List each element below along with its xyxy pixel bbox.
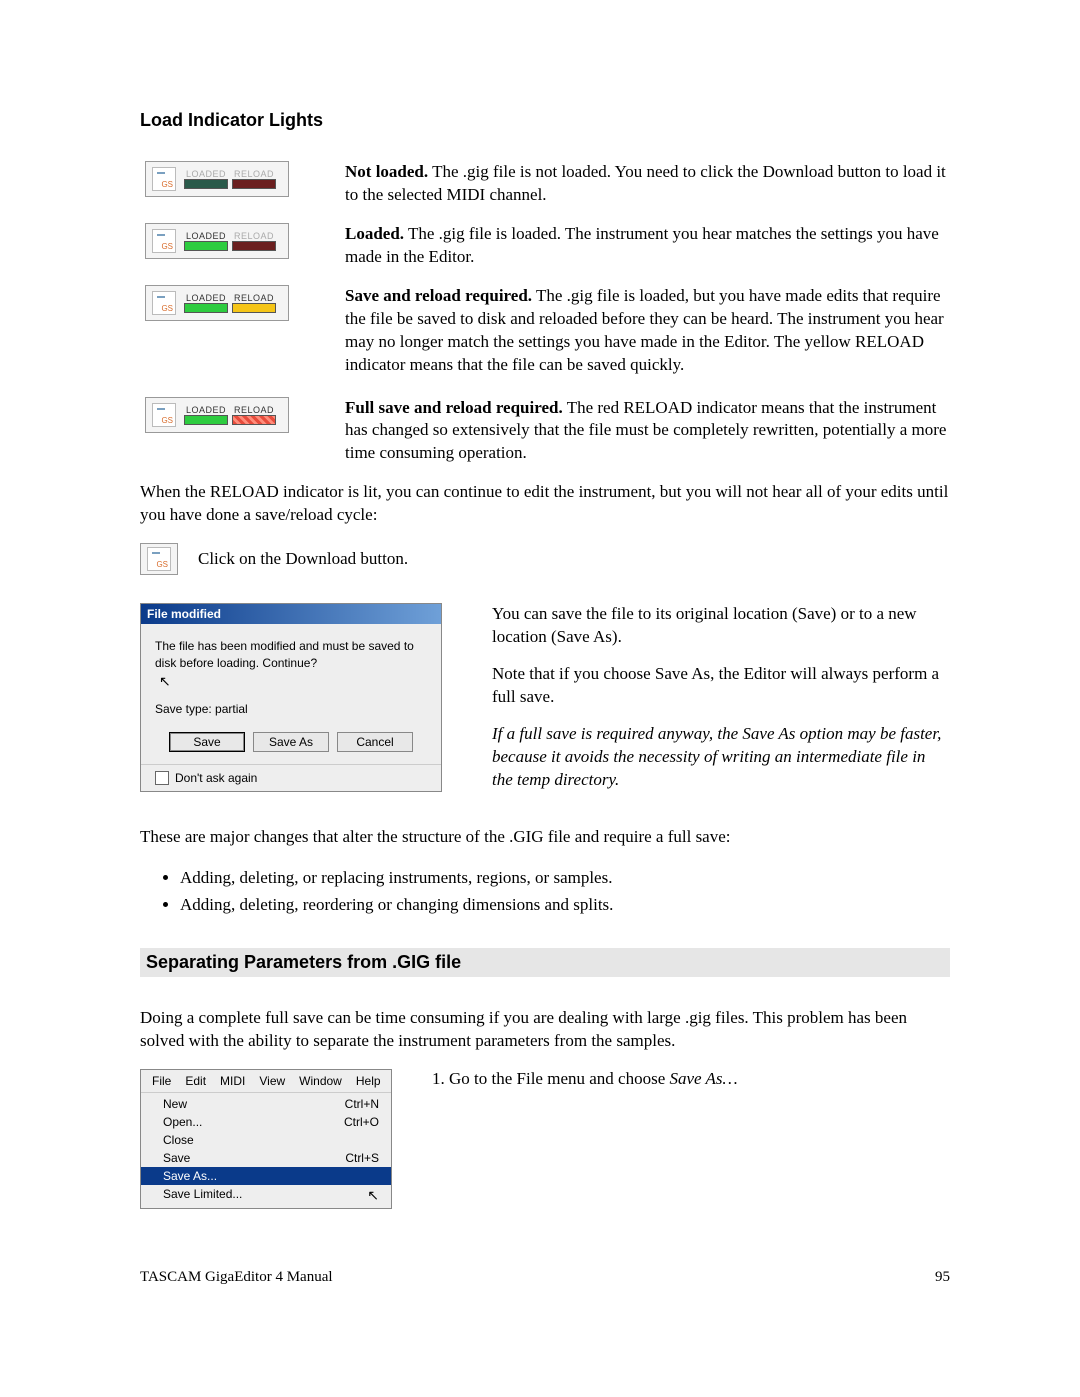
gs-icon: GS xyxy=(152,229,176,253)
paragraph-major-changes: These are major changes that alter the s… xyxy=(140,826,950,849)
menuitem-new[interactable]: NewCtrl+N xyxy=(141,1095,391,1113)
list-item: Adding, deleting, reordering or changing… xyxy=(180,892,950,918)
side-text-1: You can save the file to its original lo… xyxy=(492,603,950,649)
step-1-text: 1. Go to the File menu and choose Save A… xyxy=(432,1069,738,1089)
menubar: File Edit MIDI View Window Help xyxy=(141,1070,391,1093)
menuitem-save-limited[interactable]: Save Limited...↖ xyxy=(141,1185,391,1206)
paragraph-reload-note: When the RELOAD indicator is lit, you ca… xyxy=(140,481,950,527)
light-reload-red xyxy=(232,415,276,425)
dont-ask-label: Don't ask again xyxy=(175,771,257,785)
label-loaded: LOADED xyxy=(184,231,228,241)
download-button-icon: GS xyxy=(140,543,178,575)
label-reload: RELOAD xyxy=(232,405,276,415)
download-hint-row: GS Click on the Download button. xyxy=(140,543,950,575)
light-loaded-on xyxy=(184,415,228,425)
dialog-message: The file has been modified and must be s… xyxy=(155,638,427,672)
dialog-save-type: Save type: partial xyxy=(155,701,427,718)
indicator-row-full-save: GS LOADED RELOAD Full save and reload re… xyxy=(140,397,950,466)
menuitem-close[interactable]: Close xyxy=(141,1131,391,1149)
label-reload: RELOAD xyxy=(232,169,276,179)
menu-view[interactable]: View xyxy=(252,1072,292,1090)
indicator-box: GS LOADED RELOAD xyxy=(145,285,289,321)
footer-title: TASCAM GigaEditor 4 Manual xyxy=(140,1269,333,1286)
indicator-box: GS LOADED RELOAD xyxy=(145,397,289,433)
state-title: Loaded. xyxy=(345,224,404,243)
state-text: The .gig file is not loaded. You need to… xyxy=(345,162,946,204)
light-reload-yellow xyxy=(232,303,276,313)
page-number: 95 xyxy=(935,1269,950,1286)
light-reload-off xyxy=(232,241,276,251)
label-reload: RELOAD xyxy=(232,293,276,303)
dialog-title: File modified xyxy=(141,604,441,624)
file-menu-window: File Edit MIDI View Window Help NewCtrl+… xyxy=(140,1069,392,1209)
menu-edit[interactable]: Edit xyxy=(178,1072,213,1090)
menu-help[interactable]: Help xyxy=(349,1072,388,1090)
menuitem-save-as[interactable]: Save As... xyxy=(141,1167,391,1185)
file-modified-dialog: File modified The file has been modified… xyxy=(140,603,442,792)
menuitem-open[interactable]: Open...Ctrl+O xyxy=(141,1113,391,1131)
light-loaded-on xyxy=(184,303,228,313)
label-loaded: LOADED xyxy=(184,405,228,415)
indicator-row-loaded: GS LOADED RELOAD Loaded. The .gig file i… xyxy=(140,223,950,269)
gs-icon: GS xyxy=(152,291,176,315)
indicator-box: GS LOADED RELOAD xyxy=(145,223,289,259)
state-text: The .gig file is loaded. The instrument … xyxy=(345,224,939,266)
cursor-icon: ↖ xyxy=(367,1187,379,1204)
gs-icon: GS xyxy=(147,547,171,571)
light-reload-off xyxy=(232,179,276,189)
menuitem-save[interactable]: SaveCtrl+S xyxy=(141,1149,391,1167)
state-title: Save and reload required. xyxy=(345,286,532,305)
side-text-3: If a full save is required anyway, the S… xyxy=(492,723,950,792)
heading-separating-params: Separating Parameters from .GIG file xyxy=(140,948,950,977)
paragraph-separating: Doing a complete full save can be time c… xyxy=(140,1007,950,1053)
cancel-button[interactable]: Cancel xyxy=(337,732,413,752)
cursor-icon: ↖ xyxy=(159,672,171,692)
menu-file[interactable]: File xyxy=(145,1072,178,1090)
light-loaded-on xyxy=(184,241,228,251)
state-title: Not loaded. xyxy=(345,162,428,181)
menu-window[interactable]: Window xyxy=(292,1072,349,1090)
download-hint-text: Click on the Download button. xyxy=(198,549,408,569)
list-item: Adding, deleting, or replacing instrumen… xyxy=(180,865,950,891)
dont-ask-checkbox[interactable] xyxy=(155,771,169,785)
label-loaded: LOADED xyxy=(184,169,228,179)
major-changes-list: Adding, deleting, or replacing instrumen… xyxy=(180,865,950,918)
heading-load-indicator: Load Indicator Lights xyxy=(140,110,950,131)
state-title: Full save and reload required. xyxy=(345,398,563,417)
menu-midi[interactable]: MIDI xyxy=(213,1072,252,1090)
side-text-2: Note that if you choose Save As, the Edi… xyxy=(492,663,950,709)
indicator-row-not-loaded: GS LOADED RELOAD Not loaded. The .gig fi… xyxy=(140,161,950,207)
label-reload: RELOAD xyxy=(232,231,276,241)
indicator-box: GS LOADED RELOAD xyxy=(145,161,289,197)
label-loaded: LOADED xyxy=(184,293,228,303)
light-loaded-off xyxy=(184,179,228,189)
gs-icon: GS xyxy=(152,403,176,427)
save-button[interactable]: Save xyxy=(169,732,245,752)
gs-icon: GS xyxy=(152,167,176,191)
save-as-button[interactable]: Save As xyxy=(253,732,329,752)
indicator-row-save-reload: GS LOADED RELOAD Save and reload require… xyxy=(140,285,950,377)
